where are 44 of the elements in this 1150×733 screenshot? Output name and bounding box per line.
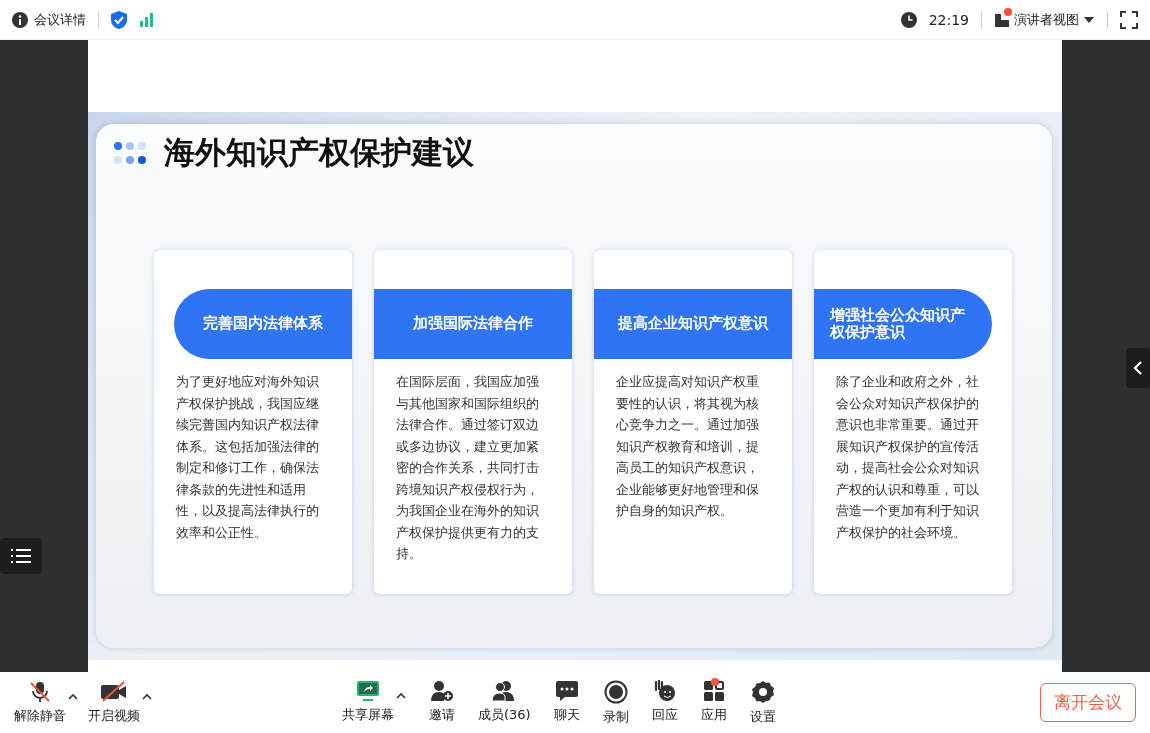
dropdown-caret-icon[interactable]: [1083, 15, 1095, 24]
toolbar-button[interactable]: 邀请: [429, 679, 455, 724]
toolbar-button[interactable]: 应用: [700, 679, 727, 724]
card-heading: 加强国际法律合作: [374, 289, 572, 359]
toolbar-button[interactable]: 回应: [651, 679, 678, 724]
card-heading: 完善国内法律体系: [174, 289, 352, 359]
side-panel-toggle-button[interactable]: [1126, 348, 1150, 388]
app-grid-icon: [702, 679, 725, 702]
caret-icon[interactable]: [68, 692, 78, 700]
card-text: 企业应提高对知识产权重要性的认识，将其视为核心竞争力之一。通过加强知识产权教育和培训，提高员工的知识产权意识，企业能够更好地管理和保护自身的知识产权。: [616, 373, 760, 520]
waving-hand-icon: [652, 679, 677, 702]
list-icon: [11, 548, 31, 564]
caret-icon[interactable]: [142, 692, 152, 700]
toolbar-button[interactable]: 开启视频: [88, 680, 140, 725]
card-text: 在国际层面，我国应加强与其他国家和国际组织的法律合作。通过签订双边或多边协议，建立更加紧密的合作关系，共同打击跨境知识产权侵权行为，为我国企业在海外的知识产权保护提供更有力的支持。: [396, 373, 540, 563]
chat-bubble-icon: [554, 679, 579, 702]
video-camera-icon: [100, 680, 128, 703]
toolbar-button[interactable]: 解除静音: [14, 680, 66, 725]
toolbar-button[interactable]: 设置: [749, 679, 776, 726]
meeting-info-link[interactable]: 会议详情: [34, 10, 86, 29]
caret-icon[interactable]: [396, 691, 406, 699]
screen-share-icon: [356, 679, 380, 702]
chevron-left-icon: [1133, 360, 1143, 376]
info-icon[interactable]: [12, 11, 28, 28]
fullscreen-icon[interactable]: [1120, 10, 1138, 29]
toolbar-button[interactable]: 共享屏幕: [342, 679, 394, 724]
slide-title: 海外知识产权保护建议: [164, 133, 474, 172]
toolbar-button[interactable]: 聊天: [553, 679, 580, 724]
card-heading: 提高企业知识产权意识: [594, 289, 792, 359]
presenter-view-icon: [994, 11, 1010, 28]
meeting-time: 22:19: [928, 11, 969, 28]
toolbar-button[interactable]: 成员(36): [478, 679, 531, 724]
add-person-icon: [430, 679, 454, 702]
toolbar-button[interactable]: 录制: [602, 679, 629, 726]
card-text: 为了更好地应对海外知识产权保护挑战，我国应继续完善国内知识产权法律体系。这包括加强法律的制定和修订工作，确保法律条款的先进性和适用性，以及提高法律执行的效率和公正性。: [176, 373, 320, 542]
record-icon: [603, 679, 628, 704]
card-heading: 增强社会公众知识产权保护意识: [814, 289, 992, 359]
card-text: 除了企业和政府之外，社会公众对知识产权保护的意识也非常重要。通过开展知识产权保护的宣传活动，提高社会公众对知识产权的认识和尊重，可以营造一个更加有利于知识产权保护的社会环境。: [836, 373, 980, 542]
view-mode-dropdown[interactable]: 演讲者视图: [1014, 10, 1079, 29]
microphone-icon: [28, 680, 52, 703]
list-toggle-button[interactable]: [0, 538, 42, 574]
settings-icon: [750, 679, 775, 704]
shield-check-icon[interactable]: [111, 10, 127, 29]
clock-icon: [900, 11, 917, 28]
